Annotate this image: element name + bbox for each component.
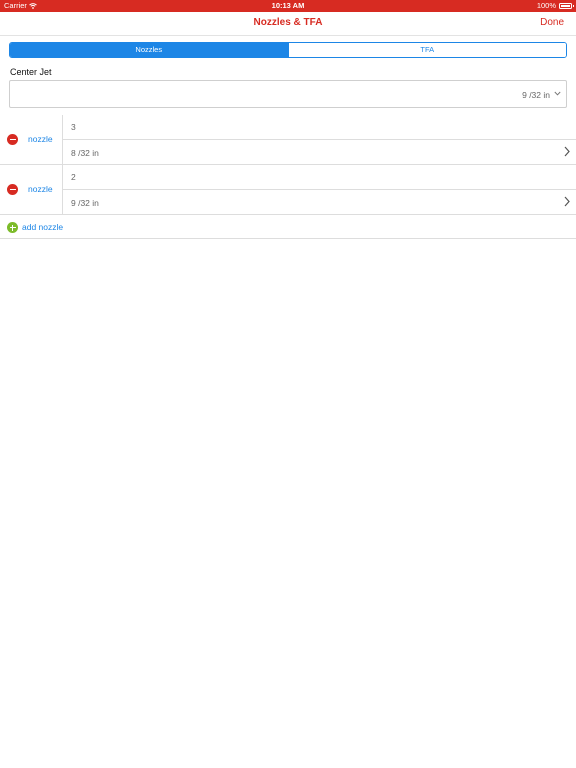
battery-icon — [559, 2, 574, 9]
done-button[interactable]: Done — [540, 17, 564, 28]
nozzle-count-field[interactable]: 3 — [63, 115, 576, 140]
tab-tfa[interactable]: TFA — [287, 43, 566, 57]
nozzle-row: nozzle 2 9 /32 in — [0, 165, 576, 215]
chevron-right-icon — [564, 196, 570, 207]
chevron-down-icon — [554, 91, 561, 96]
center-jet-value: 9 /32 in — [522, 90, 550, 100]
nozzle-label: nozzle — [28, 184, 53, 194]
battery-percent: 100% — [536, 1, 556, 10]
battery-indicator: 100% — [536, 1, 574, 10]
navigation-bar: Nozzles & TFA Done — [0, 12, 576, 36]
status-time: 10:13 AM — [271, 1, 305, 10]
nozzle-label: nozzle — [28, 134, 53, 144]
add-nozzle-label: add nozzle — [22, 222, 64, 232]
nozzle-size-field[interactable]: 9 /32 in — [63, 190, 576, 215]
add-nozzle-button[interactable]: add nozzle — [0, 216, 576, 239]
nozzle-count-field[interactable]: 2 — [63, 165, 576, 190]
tab-nozzles[interactable]: Nozzles — [10, 43, 288, 57]
chevron-right-icon — [564, 146, 570, 157]
page-title: Nozzles & TFA — [253, 17, 323, 28]
add-icon — [7, 222, 18, 233]
remove-nozzle-icon[interactable] — [7, 184, 18, 195]
status-bar: Carrier 10:13 AM 100% — [0, 0, 576, 12]
center-jet-label: Center Jet — [10, 67, 52, 77]
nozzle-size-value: 9 /32 in — [71, 198, 99, 208]
remove-nozzle-icon[interactable] — [7, 134, 18, 145]
center-jet-select[interactable]: 9 /32 in — [9, 80, 567, 108]
nozzle-size-field[interactable]: 8 /32 in — [63, 140, 576, 165]
nozzle-count-value: 2 — [71, 172, 76, 182]
nozzle-row: nozzle 3 8 /32 in — [0, 115, 576, 165]
nozzle-size-value: 8 /32 in — [71, 148, 99, 158]
segmented-control: Nozzles TFA — [9, 42, 567, 58]
nozzle-count-value: 3 — [71, 122, 76, 132]
